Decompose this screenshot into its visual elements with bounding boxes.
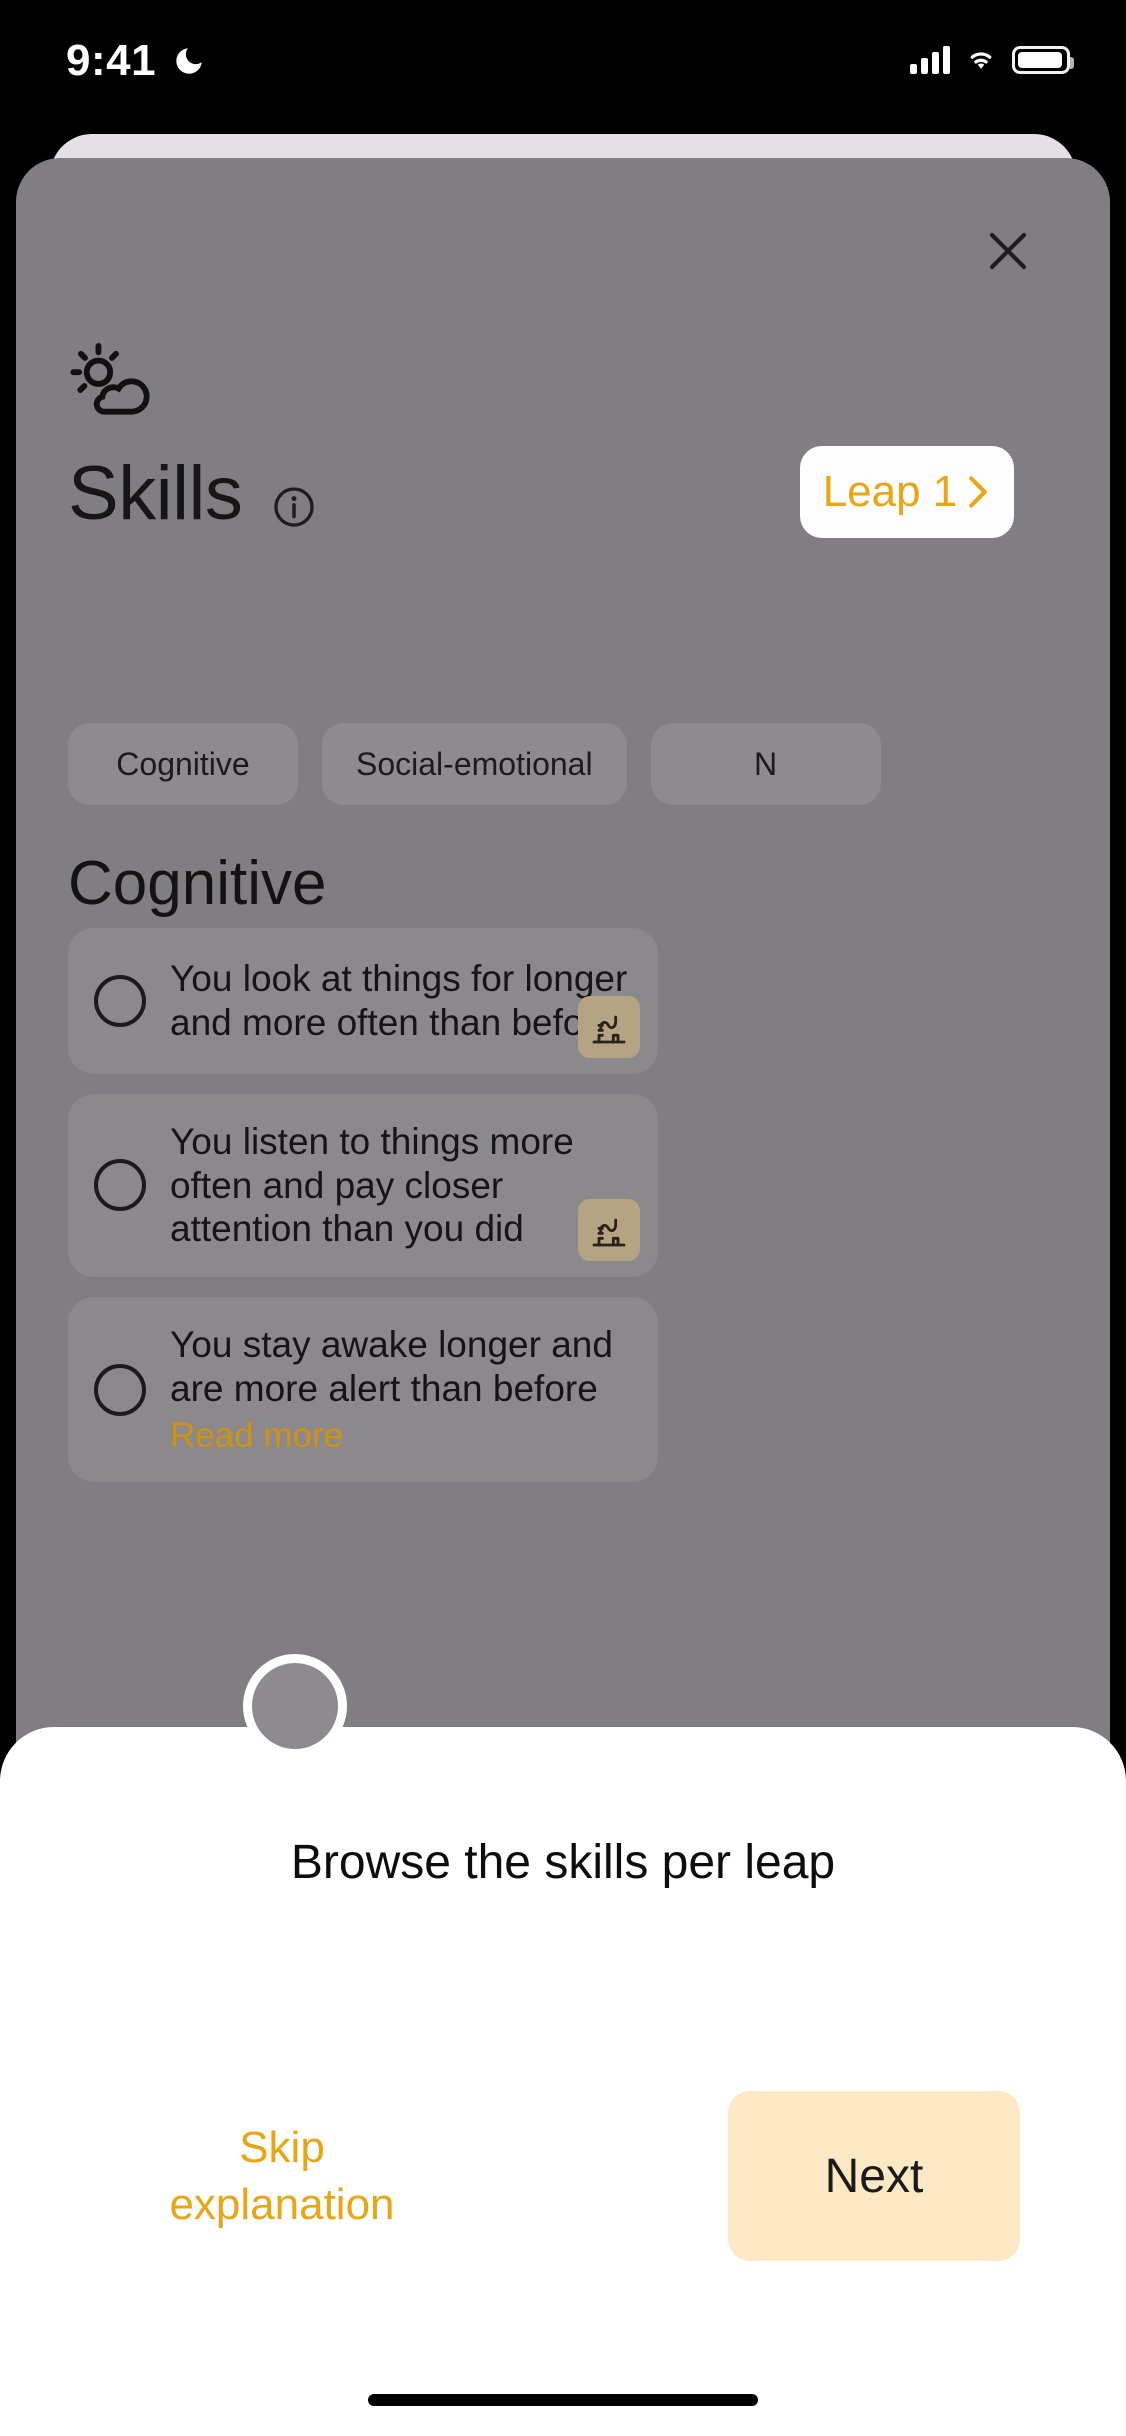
tab-social-emotional[interactable]: Social-emotional: [322, 723, 627, 805]
skill-checkbox[interactable]: [94, 975, 146, 1027]
close-icon: [989, 232, 1027, 270]
battery-icon: [1012, 46, 1074, 74]
home-indicator: [368, 2394, 758, 2406]
skill-card[interactable]: You look at things for longer and more o…: [68, 928, 658, 1074]
skill-text: You look at things for longer and more o…: [170, 958, 628, 1043]
status-bar-indicators: [910, 40, 1074, 74]
tab-third[interactable]: N: [650, 723, 881, 805]
play-gym-icon: [592, 1015, 626, 1044]
sheet-heading: Browse the skills per leap: [290, 1836, 836, 1889]
explanation-bottom-sheet: Browse the skills per leap Skip explanat…: [0, 1727, 1126, 2436]
modal-header: Skills Leap 1: [68, 446, 1068, 550]
skill-text: You stay awake longer and are more alert…: [170, 1323, 613, 1409]
tab-cognitive[interactable]: Cognitive: [68, 723, 298, 805]
tap-spotlight-indicator: [243, 1654, 347, 1758]
page-title: Skills: [68, 451, 243, 536]
tab-label: N: [754, 745, 778, 782]
leap-selector-button[interactable]: Leap 1: [800, 446, 1014, 538]
phone-screen: 9:41 Skills Leap 1 Cognitive Social-emot…: [0, 0, 1126, 2436]
play-gym-icon-badge: [578, 1198, 640, 1261]
skill-card[interactable]: You listen to things more often and pay …: [68, 1094, 658, 1277]
skill-checkbox[interactable]: [94, 1159, 146, 1212]
sun-behind-cloud-icon: [70, 343, 150, 415]
cellular-signal-icon: [910, 44, 950, 74]
tab-label: Social-emotional: [356, 745, 593, 782]
chevron-right-icon: [969, 476, 988, 508]
moon-icon: [176, 48, 202, 74]
sheet-actions: Skip explanation Next: [0, 2091, 1126, 2261]
play-gym-icon: [592, 1218, 626, 1247]
skill-text: You listen to things more often and pay …: [170, 1121, 574, 1250]
skill-checkbox[interactable]: [94, 1363, 146, 1416]
close-button[interactable]: [970, 213, 1046, 289]
skip-explanation-button[interactable]: Skip explanation: [132, 2096, 432, 2256]
status-bar-time: 9:41: [66, 36, 157, 85]
tab-label: Cognitive: [116, 745, 250, 782]
skill-list: You look at things for longer and more o…: [68, 928, 658, 1502]
wifi-icon: [970, 52, 992, 69]
category-tab-strip[interactable]: Cognitive Social-emotional N: [68, 723, 1110, 805]
leap-button-label: Leap 1: [822, 467, 958, 516]
status-bar: 9:41: [0, 0, 1126, 112]
section-title: Cognitive: [68, 849, 327, 918]
next-button[interactable]: Next: [728, 2091, 1020, 2261]
info-icon[interactable]: [273, 486, 315, 528]
read-more-link[interactable]: Read more: [170, 1416, 634, 1456]
play-gym-icon-badge: [578, 996, 640, 1058]
skill-card[interactable]: You stay awake longer and are more alert…: [68, 1296, 658, 1483]
